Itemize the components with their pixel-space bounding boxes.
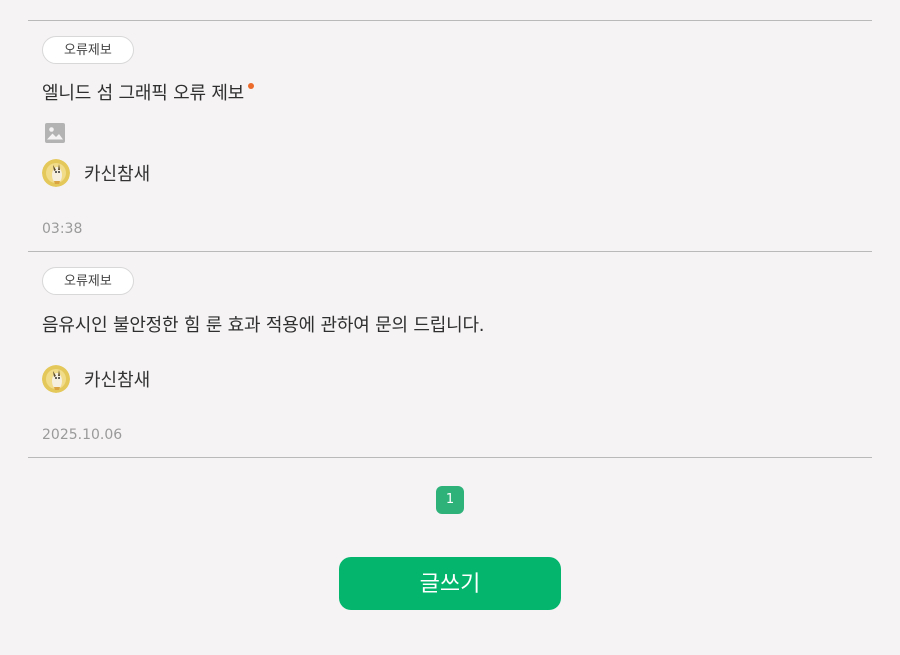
post-item[interactable]: 오류제보 엘니드 섬 그래픽 오류 제보 카신참새 03:38: [28, 21, 872, 252]
post-date: 03:38: [42, 221, 83, 237]
write-post-button[interactable]: 글쓰기: [339, 557, 561, 610]
post-date: 2025.10.06: [42, 427, 123, 443]
post-list: 오류제보 엘니드 섬 그래픽 오류 제보 카신참새 03:38 오류제보 음유시…: [28, 20, 872, 458]
category-tag[interactable]: 오류제보: [42, 267, 134, 295]
post-title[interactable]: 엘니드 섬 그래픽 오류 제보: [42, 79, 255, 105]
avatar[interactable]: [42, 365, 70, 393]
page-number-button[interactable]: 1: [436, 486, 464, 514]
image-attachment-icon: [45, 123, 65, 143]
post-author[interactable]: 카신참새: [42, 158, 150, 188]
author-name[interactable]: 카신참새: [84, 160, 150, 186]
avatar-image: [42, 159, 70, 187]
post-title[interactable]: 음유시인 불안정한 힘 룬 효과 적용에 관하여 문의 드립니다.: [42, 311, 485, 337]
avatar[interactable]: [42, 159, 70, 187]
avatar-image: [42, 365, 70, 393]
post-author[interactable]: 카신참새: [42, 364, 150, 394]
post-item[interactable]: 오류제보 음유시인 불안정한 힘 룬 효과 적용에 관하여 문의 드립니다. 카…: [28, 252, 872, 458]
new-indicator-dot: [248, 83, 255, 89]
category-tag[interactable]: 오류제보: [42, 36, 134, 64]
post-title-text[interactable]: 엘니드 섬 그래픽 오류 제보: [42, 83, 244, 104]
author-name[interactable]: 카신참새: [84, 366, 150, 392]
post-title-text[interactable]: 음유시인 불안정한 힘 룬 효과 적용에 관하여 문의 드립니다.: [42, 315, 485, 336]
